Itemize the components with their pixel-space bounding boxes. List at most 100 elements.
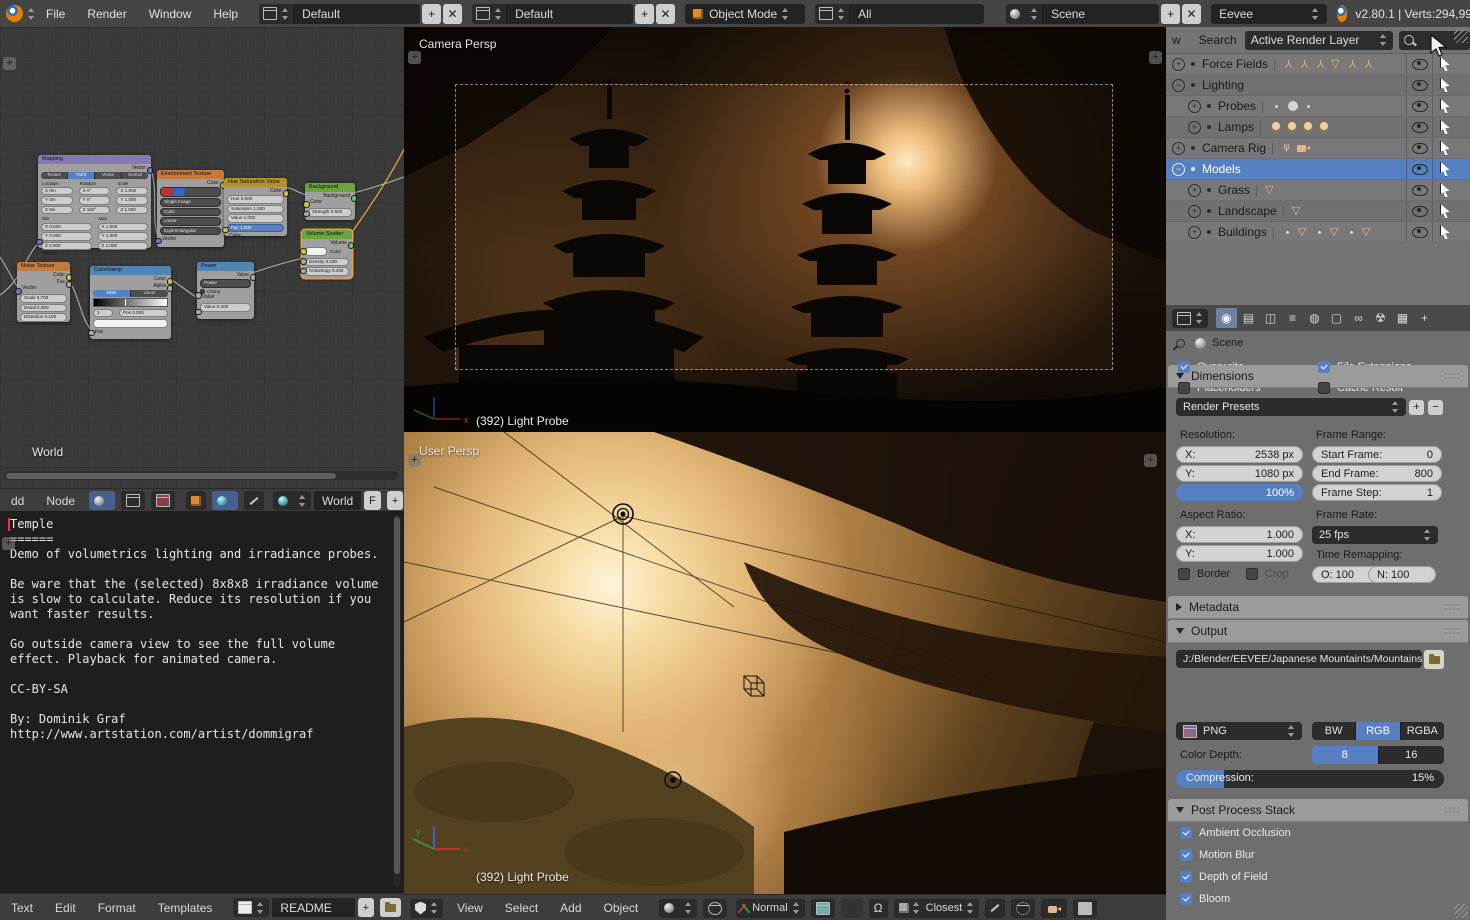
properties-tab[interactable]: ▤: [1238, 308, 1259, 328]
add-preset-button[interactable]: +: [1409, 400, 1424, 415]
expand-toggle[interactable]: +: [1188, 100, 1201, 113]
delete-workspace-button[interactable]: ✕: [443, 4, 462, 24]
menubar-item[interactable]: Render: [76, 7, 137, 21]
checkbox[interactable]: [1180, 827, 1192, 839]
outliner-row[interactable]: + Grass |: [1166, 180, 1470, 201]
value-socket-out[interactable]: [250, 274, 257, 281]
add-workspace-button[interactable]: +: [635, 4, 654, 24]
text-editor[interactable]: Temple======Demo of volumetrics lighting…: [0, 511, 405, 893]
menu-search[interactable]: Search: [1199, 33, 1237, 47]
text-line[interactable]: [10, 697, 378, 712]
scrollbar-thumb[interactable]: [6, 473, 336, 479]
selectability-cell[interactable]: [1432, 138, 1459, 158]
checkbox[interactable]: [1318, 361, 1330, 373]
value-field[interactable]: X 0m: [41, 187, 73, 196]
outliner-row[interactable]: + Landscape |: [1166, 201, 1470, 222]
collection-name[interactable]: Camera Rig: [1202, 141, 1266, 155]
expand-toggle[interactable]: −: [1172, 163, 1185, 176]
viewport-user[interactable]: User Persp (392) Light Probe x y + +: [404, 432, 1166, 894]
value-socket-in[interactable]: [303, 211, 310, 218]
object-shader-button[interactable]: [186, 491, 206, 510]
text-menu-item[interactable]: Format: [87, 901, 147, 915]
value-field[interactable]: Y 0°: [79, 196, 111, 205]
menu-add-clipped[interactable]: dd: [0, 494, 35, 508]
properties-tab[interactable]: ▦: [1392, 308, 1413, 328]
viewport-menu-item[interactable]: Add: [549, 901, 592, 915]
color-socket-in[interactable]: [303, 201, 310, 208]
anisotropy-socket-in[interactable]: [300, 268, 307, 275]
region-expand-button[interactable]: +: [408, 51, 421, 64]
expand-toggle[interactable]: +: [1188, 226, 1201, 239]
value-field[interactable]: Anisotropy 0.400: [305, 267, 349, 276]
post-process-checkbox-row[interactable]: Ambient Occlusion: [1180, 827, 1470, 839]
max-checkbox-label[interactable]: Max: [95, 215, 152, 221]
pin-icon[interactable]: [1174, 337, 1187, 350]
add-workspace-button[interactable]: +: [422, 4, 441, 24]
camera-border[interactable]: [455, 84, 1113, 370]
shader-socket-out[interactable]: [348, 242, 355, 249]
new-datablock-button[interactable]: +: [387, 491, 403, 510]
value-field[interactable]: Saturation 1.000: [227, 205, 284, 214]
outliner-row[interactable]: + Lamps |: [1166, 117, 1470, 138]
visibility-cell[interactable]: [1406, 117, 1433, 137]
value-field[interactable]: Z 180°: [79, 206, 111, 215]
color-socket-out[interactable]: [66, 274, 73, 281]
drag-handle[interactable]: [1444, 806, 1460, 814]
file-format-dropdown[interactable]: PNG: [1176, 722, 1302, 740]
color-mode-dropdown[interactable]: RGB: [93, 290, 131, 297]
panel-output-header[interactable]: Output: [1168, 620, 1468, 643]
fac-socket-in[interactable]: [88, 330, 95, 337]
viewport-camera[interactable]: Camera Persp (392) Light Probe x + +: [404, 27, 1166, 432]
view-layer-field[interactable]: All: [850, 4, 984, 24]
value-field[interactable]: Z 1.000: [98, 242, 149, 251]
screen-layout-button[interactable]: [259, 4, 294, 24]
visibility-cell[interactable]: [1406, 159, 1433, 179]
node-header[interactable]: Background: [305, 183, 355, 192]
aspect-y-field[interactable]: Y:1.000: [1176, 545, 1303, 562]
viewport-menu-item[interactable]: Object: [593, 901, 650, 915]
texture-node-button[interactable]: [151, 491, 175, 510]
corner-grip[interactable]: [1454, 29, 1468, 43]
post-process-checkbox-row[interactable]: Bloom: [1180, 893, 1470, 905]
depth-option[interactable]: 8: [1312, 746, 1379, 764]
fac-socket-out[interactable]: [66, 281, 73, 288]
color-socket-out[interactable]: [167, 278, 174, 285]
node-hue-saturation-value[interactable]: Hue Saturation Value Color Hue 0.500Satu…: [224, 178, 287, 236]
text-menu-item[interactable]: Templates: [147, 901, 224, 915]
value-socket-in[interactable]: [195, 309, 202, 316]
selectability-cell[interactable]: [1432, 96, 1459, 116]
dropdown-field[interactable]: Equirectangular: [160, 227, 221, 236]
frame-step-field[interactable]: Frame Step:1: [1312, 484, 1442, 501]
node-math-power[interactable]: Power Value Power Clamp Value Value 0.20…: [197, 262, 254, 319]
text-line[interactable]: Demo of volumetrics lighting and irradia…: [10, 547, 378, 562]
value-field[interactable]: Value 0.200: [200, 303, 251, 312]
fake-user-button[interactable]: F: [364, 491, 381, 510]
checkbox[interactable]: [1180, 849, 1192, 861]
channel-option[interactable]: RGBA: [1401, 722, 1444, 740]
node-colorramp[interactable]: ColorRamp Color Alpha RGB Linear 1 Pos 0…: [90, 266, 171, 339]
text-line[interactable]: effect. Playback for animated camera.: [10, 652, 378, 667]
properties-tab[interactable]: ◍: [1304, 308, 1325, 328]
value-field[interactable]: X 1.000: [98, 223, 149, 232]
menu-view-clipped[interactable]: w: [1172, 33, 1181, 47]
properties-tab[interactable]: ◫: [1260, 308, 1281, 328]
properties-tab[interactable]: ∞: [1348, 308, 1369, 328]
expand-toggle[interactable]: +: [1188, 121, 1201, 134]
interpolation-dropdown[interactable]: Linear: [131, 290, 168, 297]
selectability-cell[interactable]: [1432, 222, 1459, 242]
mapping-tab[interactable]: Point: [68, 172, 95, 179]
value-field[interactable]: Scale 0.700: [20, 294, 67, 303]
panel-post-process-header[interactable]: Post Process Stack: [1168, 799, 1468, 822]
view-layer-icon-button[interactable]: [815, 4, 850, 24]
collection-name[interactable]: Buildings: [1218, 225, 1267, 239]
outliner-row[interactable]: − Models: [1166, 159, 1470, 180]
dropdown-field[interactable]: Color: [160, 208, 221, 217]
node-header[interactable]: Environment Texture: [157, 170, 224, 179]
value-field[interactable]: Distortion 0.100: [20, 313, 67, 322]
resolution-y-field[interactable]: Y:1080 px: [1176, 465, 1303, 482]
scrollbar-thumb[interactable]: [394, 517, 400, 874]
outliner-row[interactable]: + Force Fields |: [1166, 54, 1470, 75]
scene-icon-button[interactable]: [1006, 4, 1043, 24]
node-noise-texture[interactable]: Noise Texture Color Fac Vector Scale 0.7…: [17, 262, 70, 322]
selectability-cell[interactable]: [1432, 180, 1459, 200]
